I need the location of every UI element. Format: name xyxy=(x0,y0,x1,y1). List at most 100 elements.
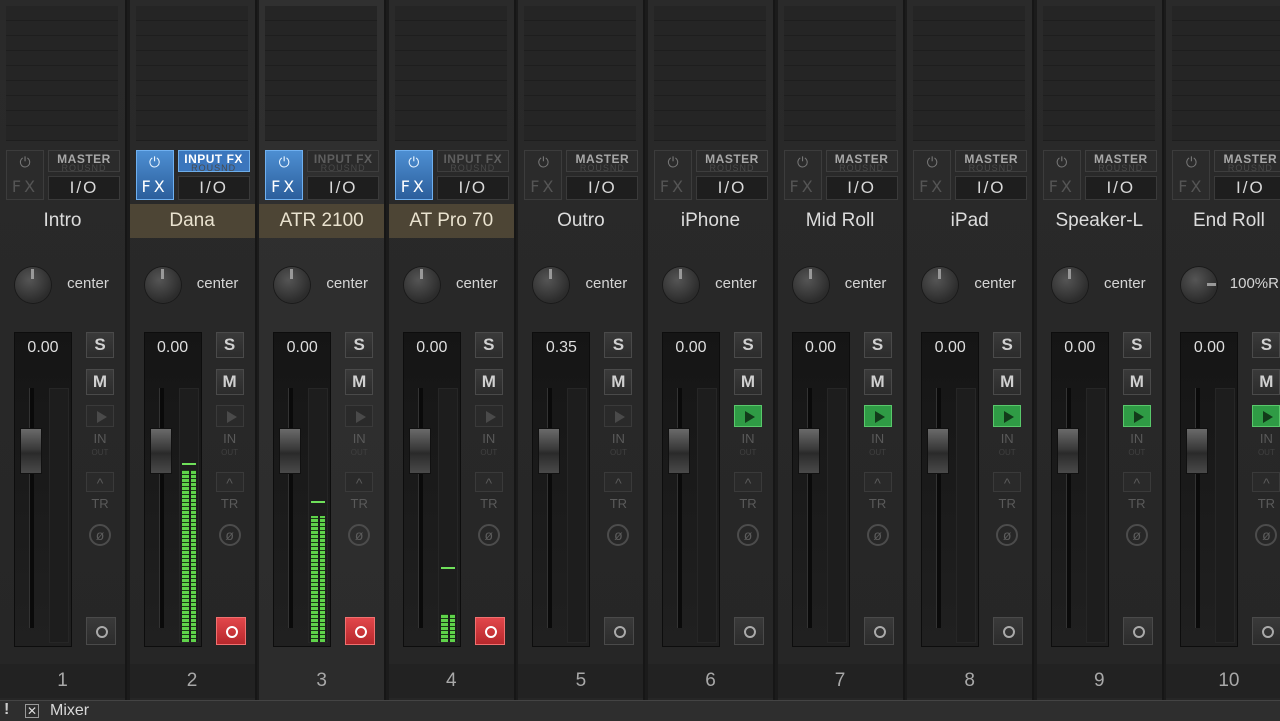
insert-slot[interactable] xyxy=(135,6,248,21)
insert-slot[interactable] xyxy=(654,96,766,111)
record-arm-button[interactable] xyxy=(863,617,894,645)
fx-button[interactable]: ⏻ FX xyxy=(394,150,433,200)
insert-slot[interactable] xyxy=(135,36,248,51)
insert-slot[interactable] xyxy=(913,66,1026,81)
insert-slot[interactable] xyxy=(265,126,378,141)
mute-button[interactable]: M xyxy=(863,369,892,395)
insert-slot[interactable] xyxy=(654,36,766,51)
volume-fader-handle[interactable] xyxy=(797,428,820,474)
insert-slot[interactable] xyxy=(135,66,248,81)
insert-slot[interactable] xyxy=(394,51,507,66)
track-name[interactable]: Outro xyxy=(518,204,643,238)
mute-button[interactable]: M xyxy=(993,369,1022,395)
insert-slot[interactable] xyxy=(135,21,248,36)
monitor-play-button[interactable] xyxy=(863,405,892,427)
record-arm-button[interactable] xyxy=(474,617,505,645)
track-name[interactable]: Intro xyxy=(0,204,125,238)
insert-slot[interactable] xyxy=(265,66,378,81)
insert-slot[interactable] xyxy=(394,21,507,36)
solo-button[interactable]: S xyxy=(474,332,503,358)
volume-fader-handle[interactable] xyxy=(149,428,172,474)
insert-slot[interactable] xyxy=(1172,36,1280,51)
route-button[interactable]: MASTER ROUSND xyxy=(825,150,898,172)
insert-slot[interactable] xyxy=(1042,21,1155,36)
monitor-play-button[interactable] xyxy=(604,405,633,427)
mute-button[interactable]: M xyxy=(86,369,114,395)
close-icon[interactable]: ✕ xyxy=(25,704,39,718)
trim-button[interactable]: ^ xyxy=(474,472,503,492)
track-name[interactable]: AT Pro 70 xyxy=(388,204,514,238)
track-number[interactable]: 10 xyxy=(1166,664,1280,698)
track-name[interactable]: iPhone xyxy=(648,204,773,238)
trim-button[interactable]: ^ xyxy=(215,472,244,492)
fx-button[interactable]: ⏻ FX xyxy=(524,150,563,200)
fx-button[interactable]: ⏻ FX xyxy=(135,150,174,200)
insert-slot[interactable] xyxy=(913,111,1026,126)
insert-slot[interactable] xyxy=(1042,126,1155,141)
insert-slot[interactable] xyxy=(394,81,507,96)
insert-slot[interactable] xyxy=(654,21,766,36)
phase-invert-button[interactable]: ø xyxy=(996,524,1019,546)
insert-slot[interactable] xyxy=(913,21,1026,36)
track-name[interactable]: ATR 2100 xyxy=(259,204,385,238)
solo-button[interactable]: S xyxy=(604,332,633,358)
mixer-tab-label[interactable]: Mixer xyxy=(50,702,89,720)
insert-slot[interactable] xyxy=(6,36,118,51)
track-number[interactable]: 6 xyxy=(648,664,773,698)
fx-button[interactable]: ⏻ FX xyxy=(6,150,44,200)
record-arm-button[interactable] xyxy=(345,617,376,645)
volume-fader-handle[interactable] xyxy=(408,428,431,474)
trim-button[interactable]: ^ xyxy=(604,472,633,492)
phase-invert-button[interactable]: ø xyxy=(348,524,371,546)
insert-slot[interactable] xyxy=(1042,6,1155,21)
fx-button[interactable]: ⏻ FX xyxy=(1042,150,1081,200)
route-button[interactable]: MASTER ROUSND xyxy=(696,150,768,172)
solo-button[interactable]: S xyxy=(1252,332,1280,358)
solo-button[interactable]: S xyxy=(1122,332,1151,358)
insert-slot[interactable] xyxy=(1042,111,1155,126)
trim-button[interactable]: ^ xyxy=(86,472,114,492)
mute-button[interactable]: M xyxy=(215,369,244,395)
monitor-play-button[interactable] xyxy=(86,405,114,427)
solo-button[interactable]: S xyxy=(993,332,1022,358)
monitor-play-button[interactable] xyxy=(474,405,503,427)
volume-fader-handle[interactable] xyxy=(1056,428,1079,474)
insert-slot[interactable] xyxy=(394,126,507,141)
solo-button[interactable]: S xyxy=(734,332,762,358)
track-number[interactable]: 3 xyxy=(259,664,385,698)
insert-slot[interactable] xyxy=(1042,96,1155,111)
solo-button[interactable]: S xyxy=(215,332,244,358)
monitor-play-button[interactable] xyxy=(993,405,1022,427)
insert-slot[interactable] xyxy=(394,6,507,21)
trim-button[interactable]: ^ xyxy=(993,472,1022,492)
insert-slot[interactable] xyxy=(783,66,896,81)
phase-invert-button[interactable]: ø xyxy=(737,524,759,546)
pan-knob[interactable] xyxy=(922,267,959,303)
mute-button[interactable]: M xyxy=(1122,369,1151,395)
insert-slot[interactable] xyxy=(6,21,118,36)
phase-invert-button[interactable]: ø xyxy=(866,524,889,546)
insert-slot[interactable] xyxy=(394,111,507,126)
trim-button[interactable]: ^ xyxy=(734,472,762,492)
track-number[interactable]: 1 xyxy=(0,664,125,698)
pan-knob[interactable] xyxy=(1051,267,1088,303)
io-button[interactable]: I/O xyxy=(566,176,639,200)
phase-invert-button[interactable]: ø xyxy=(477,524,500,546)
track-number[interactable]: 8 xyxy=(907,664,1033,698)
insert-slot[interactable] xyxy=(265,36,378,51)
track-name[interactable]: iPad xyxy=(907,204,1032,238)
insert-slot[interactable] xyxy=(783,51,896,66)
record-arm-button[interactable] xyxy=(215,617,246,645)
record-arm-button[interactable] xyxy=(1252,617,1280,645)
phase-invert-button[interactable]: ø xyxy=(89,524,111,546)
insert-slot[interactable] xyxy=(135,81,248,96)
volume-fader-handle[interactable] xyxy=(538,428,561,474)
insert-slot[interactable] xyxy=(783,36,896,51)
insert-slot[interactable] xyxy=(524,96,637,111)
solo-button[interactable]: S xyxy=(86,332,114,358)
monitor-play-button[interactable] xyxy=(215,405,244,427)
volume-fader-handle[interactable] xyxy=(20,428,42,474)
track-name[interactable]: Speaker-L xyxy=(1037,204,1162,238)
fx-button[interactable]: ⏻ FX xyxy=(783,150,822,200)
monitor-play-button[interactable] xyxy=(734,405,762,427)
